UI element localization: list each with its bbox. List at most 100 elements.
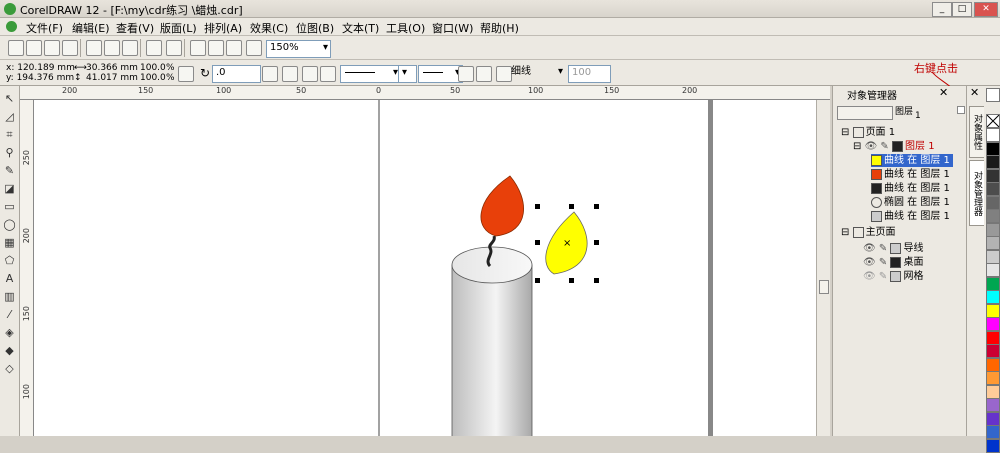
copy-icon[interactable]: [104, 40, 120, 56]
menu-tools[interactable]: 工具(O): [386, 20, 425, 36]
color-swatch[interactable]: [986, 425, 1000, 439]
lock-ratio-icon[interactable]: [178, 66, 194, 82]
mirror-h-icon[interactable]: [262, 66, 278, 82]
tree-master-page[interactable]: ⊟ 主页面: [841, 226, 896, 239]
scale-x[interactable]: 100.0: [140, 63, 166, 73]
cut-icon[interactable]: [86, 40, 102, 56]
interactive-blend-icon[interactable]: ▥: [3, 290, 16, 303]
close-curve-icon[interactable]: [476, 66, 492, 82]
color-swatch[interactable]: [986, 330, 1000, 345]
undo-icon[interactable]: [146, 40, 162, 56]
tree-page1[interactable]: ⊟ 页面 1: [841, 126, 895, 139]
mirror-v-icon[interactable]: [282, 66, 298, 82]
color-swatch[interactable]: [986, 303, 1000, 318]
scale-y[interactable]: 100.0: [140, 73, 166, 83]
no-color-swatch[interactable]: [986, 114, 1000, 128]
text-wrap-value[interactable]: 100: [568, 65, 611, 83]
polygon-tool-icon[interactable]: ▦: [3, 236, 16, 249]
menu-text[interactable]: 文本(T): [342, 20, 379, 36]
corel-online-icon[interactable]: [246, 40, 262, 56]
color-swatch[interactable]: [986, 398, 1000, 412]
shape-tool-icon[interactable]: ◿: [3, 110, 16, 123]
freehand-tool-icon[interactable]: ✎: [3, 164, 16, 177]
color-swatch[interactable]: [986, 141, 1000, 156]
flame-shape[interactable]: [480, 175, 524, 237]
tree-master-guides[interactable]: 👁 ✎ 导线: [863, 242, 923, 255]
tree-master-desktop[interactable]: 👁 ✎ 桌面: [863, 256, 923, 269]
eyedropper-icon[interactable]: ⁄: [3, 308, 16, 321]
tree-layer1[interactable]: ⊟ 👁 ✎ 图层 1: [853, 140, 935, 153]
arrow-dropdown[interactable]: ▾: [398, 65, 417, 83]
basic-shapes-icon[interactable]: ⬠: [3, 254, 16, 267]
tree-object-curve-3[interactable]: 曲线 在 图层 1: [871, 182, 950, 195]
color-swatch[interactable]: [986, 263, 1000, 277]
menu-help[interactable]: 帮助(H): [480, 20, 519, 36]
y-position[interactable]: y: 194.376 mm: [6, 73, 74, 83]
color-swatch[interactable]: [986, 168, 1000, 183]
tree-master-grid[interactable]: 👁 ✎ 网格: [863, 270, 923, 283]
redo-icon[interactable]: [166, 40, 182, 56]
tree-object-ellipse[interactable]: 椭圆 在 图层 1: [871, 196, 950, 209]
scroll-thumb[interactable]: [819, 280, 829, 294]
export-icon[interactable]: [208, 40, 224, 56]
candle-body[interactable]: [451, 246, 533, 436]
tree-object-selected[interactable]: 曲线 在 图层 1: [871, 154, 953, 167]
fill-tool-icon[interactable]: ◆: [3, 344, 16, 357]
color-swatch[interactable]: [986, 182, 1000, 196]
color-swatch[interactable]: [986, 290, 1000, 304]
color-swatch[interactable]: [986, 438, 1000, 453]
docker-menu-icon[interactable]: [957, 106, 965, 114]
import-icon[interactable]: [190, 40, 206, 56]
open-icon[interactable]: [26, 40, 42, 56]
color-swatch[interactable]: [986, 209, 1000, 223]
menu-effects[interactable]: 效果(C): [250, 20, 288, 36]
menu-edit[interactable]: 编辑(E): [72, 20, 110, 36]
color-swatch[interactable]: [986, 128, 1000, 142]
start-arrow-select[interactable]: ▾: [340, 65, 401, 83]
color-swatch[interactable]: [986, 236, 1000, 250]
tab-object-properties[interactable]: 对象属性: [969, 106, 985, 158]
color-swatch[interactable]: [986, 276, 1000, 291]
outline-tool-icon[interactable]: ◈: [3, 326, 16, 339]
menu-arrange[interactable]: 排列(A): [204, 20, 242, 36]
tree-object-curve-5[interactable]: 曲线 在 图层 1: [871, 210, 950, 223]
pick-tool-icon[interactable]: ↖: [3, 92, 16, 105]
palette-options-icon[interactable]: [986, 88, 1000, 102]
color-swatch[interactable]: [986, 317, 1000, 331]
tabs-close-icon[interactable]: ✕: [970, 86, 979, 99]
vertical-scrollbar[interactable]: [816, 100, 830, 436]
line-icon[interactable]: [320, 66, 336, 82]
smart-fill-icon[interactable]: ◪: [3, 182, 16, 195]
new-icon[interactable]: [8, 40, 24, 56]
color-swatch[interactable]: [986, 249, 1000, 264]
text-tool-icon[interactable]: A: [3, 272, 16, 285]
ellipse-tool-icon[interactable]: ◯: [3, 218, 16, 231]
menu-window[interactable]: 窗口(W): [432, 20, 473, 36]
drawing-canvas[interactable]: ×: [34, 100, 816, 436]
object-width[interactable]: 30.366 mm: [86, 63, 138, 73]
menu-view[interactable]: 查看(V): [116, 20, 154, 36]
color-swatch[interactable]: [986, 222, 1000, 237]
menu-bitmaps[interactable]: 位图(B): [296, 20, 334, 36]
zoom-tool-icon[interactable]: ⚲: [3, 146, 16, 159]
zoom-level[interactable]: 150% ▾: [266, 40, 331, 58]
tree-object-curve-2[interactable]: 曲线 在 图层 1: [871, 168, 950, 181]
color-swatch[interactable]: [986, 411, 1000, 426]
menu-file[interactable]: 文件(F): [26, 20, 63, 36]
rotation-angle[interactable]: .0: [212, 65, 261, 83]
tab-object-manager[interactable]: 对象管理器: [969, 160, 985, 226]
close-button[interactable]: ✕: [974, 2, 998, 17]
color-swatch[interactable]: [986, 357, 1000, 372]
docker-close-icon[interactable]: ✕: [939, 86, 948, 99]
rectangle-tool-icon[interactable]: ▭: [3, 200, 16, 213]
color-swatch[interactable]: [986, 371, 1000, 385]
color-swatch[interactable]: [986, 384, 1000, 399]
outline-width-select[interactable]: 细线 ▾: [508, 65, 565, 81]
object-height[interactable]: 41.017 mm: [86, 73, 138, 83]
minimize-button[interactable]: _: [932, 2, 952, 17]
launcher-icon[interactable]: [226, 40, 242, 56]
print-icon[interactable]: [62, 40, 78, 56]
x-position[interactable]: x: 120.189 mm: [6, 63, 75, 73]
node-icon[interactable]: [302, 66, 318, 82]
interactive-fill-icon[interactable]: ◇: [3, 362, 16, 375]
